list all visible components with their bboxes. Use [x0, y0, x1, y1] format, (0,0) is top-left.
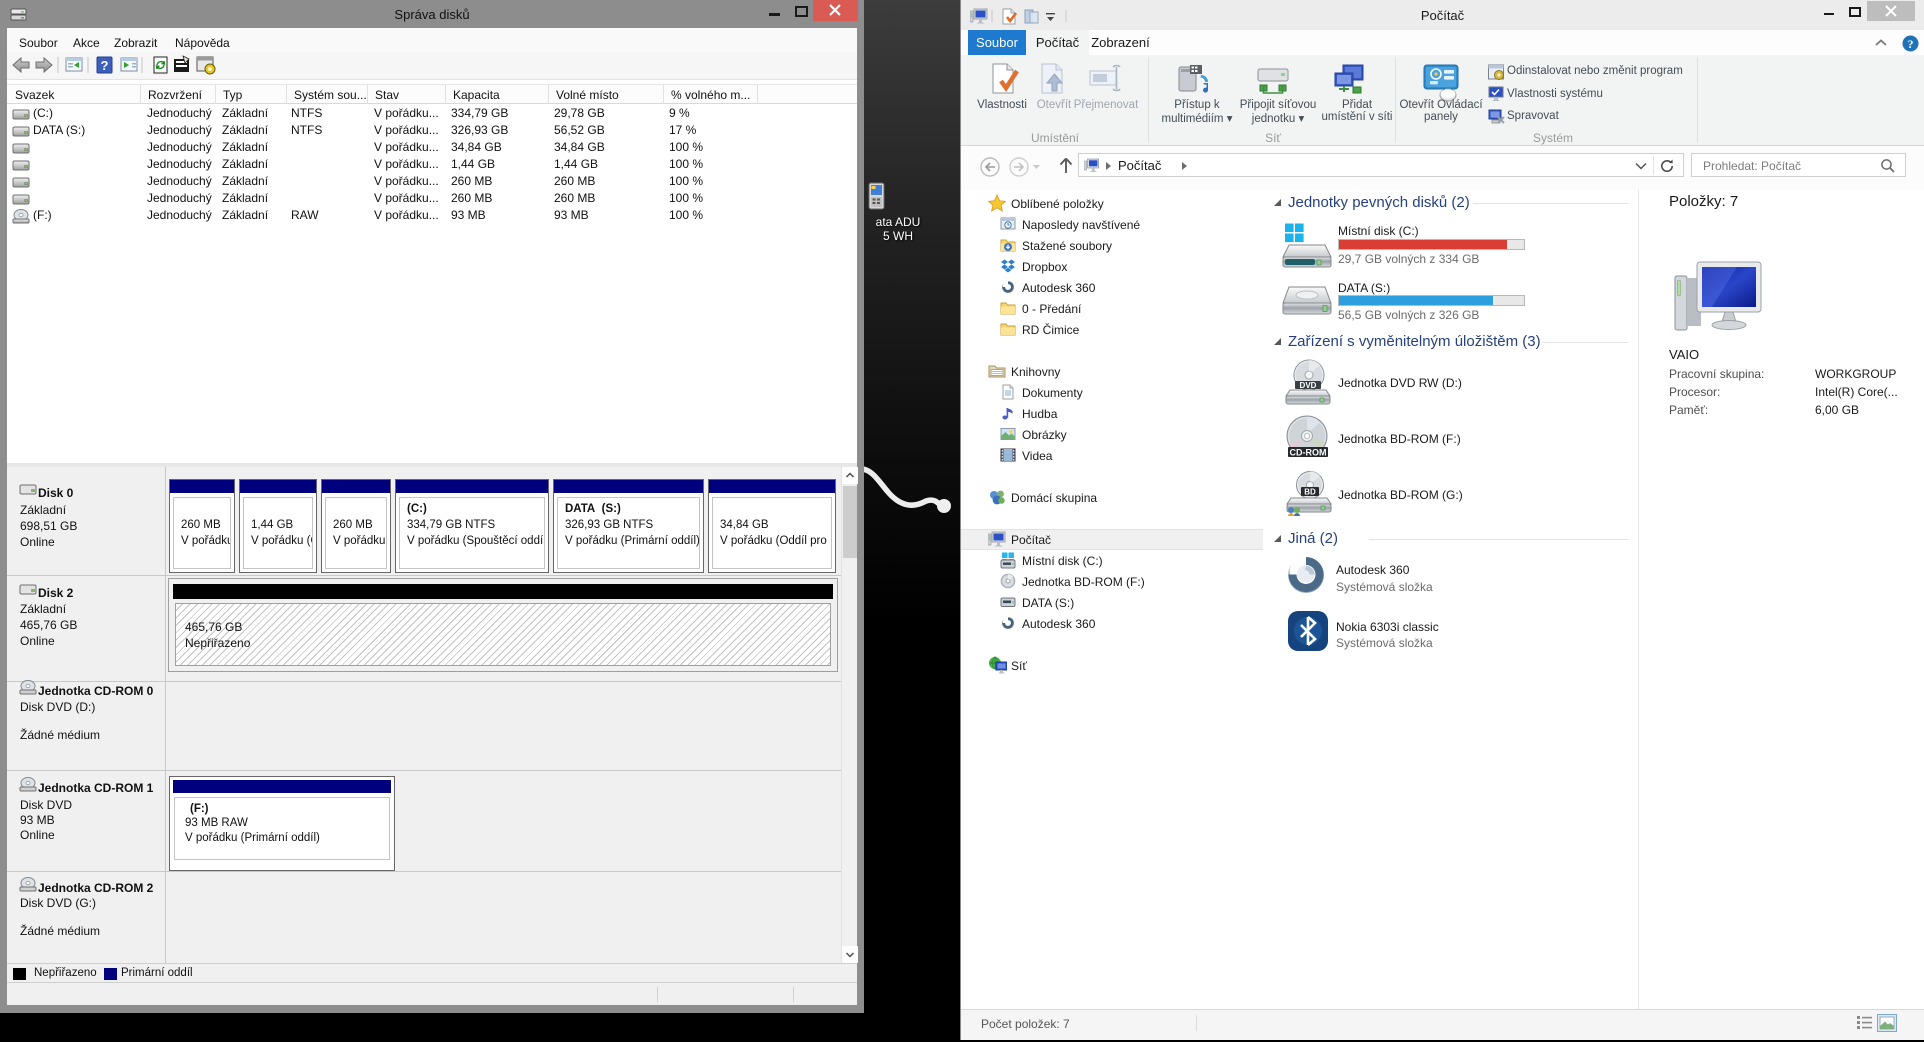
svg-text:BD: BD	[1304, 488, 1316, 497]
svg-text:?: ?	[1908, 37, 1914, 51]
svg-text:?: ?	[101, 58, 109, 73]
svg-text:CD-ROM: CD-ROM	[1290, 448, 1327, 458]
svg-text:DVD: DVD	[1300, 381, 1317, 390]
